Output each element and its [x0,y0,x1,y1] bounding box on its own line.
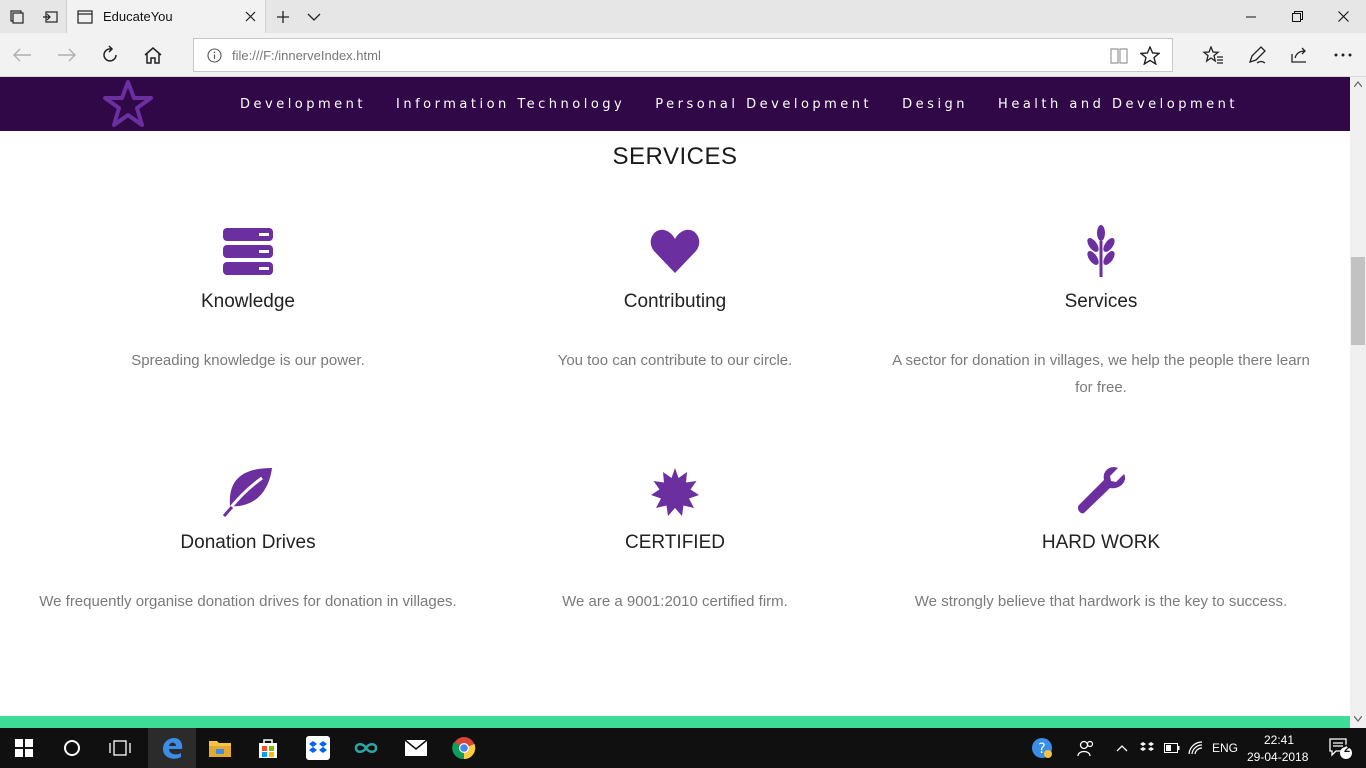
file-explorer-icon[interactable] [196,728,244,768]
page-viewport: Development Information Technology Perso… [0,77,1350,728]
service-title: Knowledge [200,291,296,312]
nav-personal-development[interactable]: Personal Development [655,97,872,112]
close-window-icon[interactable] [1320,0,1366,33]
star-logo-icon[interactable] [102,79,154,129]
scroll-up-icon [1354,81,1362,87]
page-icon [77,9,93,24]
service-description: A sector for donation in villages, we he… [892,352,1310,396]
edge-browser-icon[interactable] [148,728,196,768]
reading-view-icon[interactable] [1109,47,1129,65]
windows-start-icon[interactable] [0,728,48,768]
browser-titlebar: EducateYou [0,0,1366,33]
notes-pen-icon[interactable] [1240,39,1274,71]
browser-toolbar: file:///F:/innerveIndex.html [0,33,1366,77]
heart-icon [465,223,885,279]
task-view-icon[interactable] [96,728,144,768]
page-scrollbar[interactable] [1350,77,1366,728]
restore-icon[interactable] [1274,0,1320,33]
service-title: Donation Drives [180,532,316,553]
nav-development[interactable]: Development [240,97,366,112]
service-description: We strongly believe that hardwork is the… [914,593,1288,610]
clock-date[interactable]: 29-04-2018 [1247,750,1308,764]
service-description: We frequently organise donation drives f… [39,593,457,610]
service-card-donation-drives: Donation Drives We frequently organise d… [38,464,458,615]
new-tab-icon[interactable] [270,0,296,33]
arduino-infinity-icon[interactable] [342,728,390,768]
store-icon[interactable] [244,728,292,768]
dropbox-tray-icon[interactable] [1134,728,1160,768]
share-icon[interactable] [1283,39,1317,71]
notification-count: 2 [1344,743,1351,755]
service-card-certified: CERTIFIED We are a 9001:2010 certified f… [465,464,885,615]
wifi-icon[interactable] [1184,728,1208,768]
service-card-hard-work: HARD WORK We strongly believe that hardw… [891,464,1311,615]
site-navbar: Development Information Technology Perso… [0,77,1350,131]
scroll-thumb[interactable] [1351,257,1365,345]
grain-icon [891,223,1311,279]
nav-design[interactable]: Design [902,97,968,112]
more-options-icon[interactable] [1326,39,1360,71]
show-hidden-icons-chevron[interactable] [1110,728,1134,768]
url-text[interactable]: file:///F:/innerveIndex.html [232,48,381,63]
wrench-icon [891,464,1311,520]
nav-information-technology[interactable]: Information Technology [396,97,625,112]
home-icon[interactable] [136,39,170,71]
section-title: SERVICES [612,143,738,170]
favorite-star-icon[interactable] [1140,46,1160,65]
minimize-icon[interactable] [1228,0,1274,33]
service-card-services: Services A sector for donation in villag… [891,223,1311,401]
leaf-icon [38,464,458,520]
refresh-icon[interactable] [93,39,127,71]
tab-title: EducateYou [103,9,173,24]
site-menu: Development Information Technology Perso… [240,77,1268,131]
tab-manager-icon[interactable] [0,0,33,33]
clock-time[interactable]: 22:41 [1264,733,1294,747]
help-badge-icon[interactable]: ? [1020,728,1064,768]
address-bar[interactable]: file:///F:/innerveIndex.html [193,38,1173,72]
windows-taskbar: ? ENG 22:41 29-04-2018 2 [0,728,1366,768]
nav-health-and-development[interactable]: Health and Development [998,97,1238,112]
favorites-hub-icon[interactable] [1196,39,1230,71]
people-icon[interactable] [1064,728,1108,768]
service-title: Contributing [623,291,727,312]
tab-educateyou[interactable]: EducateYou [66,0,266,33]
info-icon[interactable] [207,48,222,63]
dropbox-icon[interactable] [294,728,342,768]
mail-icon[interactable] [392,728,440,768]
forward-icon[interactable] [50,39,84,71]
service-description: We are a 9001:2010 certified firm. [562,593,788,610]
tab-preview-chevron-icon[interactable] [300,0,328,33]
service-title: HARD WORK [1041,532,1161,553]
close-tab-icon[interactable] [235,11,265,22]
service-description: You too can contribute to our circle. [557,352,793,369]
footer-accent-strip [0,716,1350,728]
service-card-contributing: Contributing You too can contribute to o… [465,223,885,374]
server-stack-icon [38,223,458,279]
service-title: CERTIFIED [625,532,725,553]
service-card-knowledge: Knowledge Spreading knowledge is our pow… [38,223,458,374]
battery-icon[interactable] [1160,728,1184,768]
service-description: Spreading knowledge is our power. [131,352,365,369]
language-indicator[interactable]: ENG [1212,741,1238,755]
service-title: Services [1064,291,1138,312]
badge-icon [465,464,885,520]
back-icon[interactable] [5,39,39,71]
set-tabs-aside-icon[interactable] [33,0,66,33]
action-center-icon[interactable]: 2 [1318,728,1362,768]
cortana-search-icon[interactable] [48,728,96,768]
scroll-down-icon [1354,716,1362,722]
chrome-icon[interactable] [440,728,488,768]
